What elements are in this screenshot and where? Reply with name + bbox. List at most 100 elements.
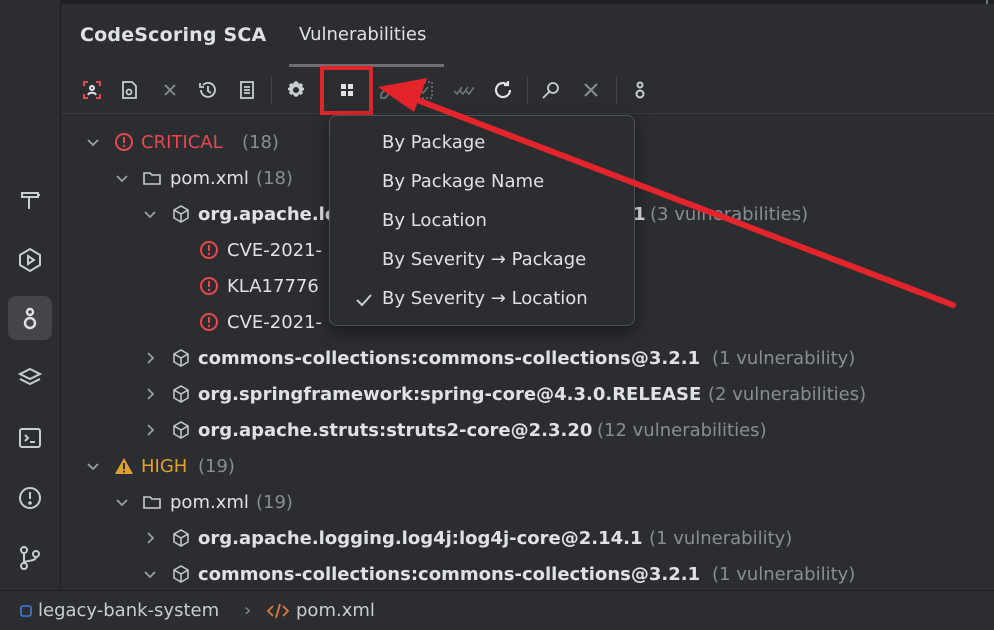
critical-severity-icon	[115, 133, 133, 151]
codescoring-plugin-icon[interactable]	[8, 296, 52, 340]
package-count: (2 vulnerabilities)	[708, 383, 867, 405]
package-count: (1 vulnerability)	[649, 527, 793, 549]
chevron-down-icon[interactable]	[85, 134, 101, 150]
layers-icon[interactable]	[8, 356, 52, 400]
eraser-icon[interactable]	[373, 76, 401, 104]
package-icon	[173, 529, 189, 547]
double-check-icon[interactable]	[449, 76, 477, 104]
package-label: org.apache.logging.log4j:log4j-core@2.14…	[198, 527, 643, 549]
package-label: org.apache.lo	[198, 203, 338, 225]
file-label: pom.xml	[170, 491, 249, 513]
vulnerability-id: KLA17776	[227, 275, 319, 297]
checkmark-icon	[356, 294, 372, 307]
file-label: pom.xml	[170, 167, 249, 189]
chevron-down-icon[interactable]	[114, 170, 130, 186]
chevron-down-icon[interactable]	[85, 458, 101, 474]
package-icon	[173, 565, 189, 583]
tree-row-package[interactable]: org.apache.struts:struts2-core@2.3.20 (1…	[61, 412, 994, 448]
tree-row-package[interactable]: commons-collections:commons-collections@…	[61, 340, 994, 376]
terminal-icon[interactable]	[8, 416, 52, 460]
chevron-right-icon[interactable]	[142, 386, 158, 402]
menu-item-by-location[interactable]: By Location	[330, 202, 634, 241]
file-count: (19)	[256, 491, 293, 513]
package-count: (3 vulnerabilities)	[650, 203, 809, 225]
cancel-icon[interactable]	[577, 76, 605, 104]
document-icon[interactable]	[233, 76, 261, 104]
run-icon[interactable]	[8, 238, 52, 282]
package-label: commons-collections:commons-collections@…	[198, 347, 701, 369]
xml-file-icon	[266, 603, 290, 619]
tab-vulnerabilities[interactable]: Vulnerabilities	[299, 24, 426, 45]
toolbar-separator	[271, 76, 272, 104]
package-icon	[173, 421, 189, 439]
vulnerability-id: CVE-2021-	[227, 239, 323, 261]
package-label: org.springframework:spring-core@4.3.0.RE…	[198, 383, 702, 405]
panel-title: CodeScoring SCA	[80, 24, 267, 46]
package-label: org.apache.struts:struts2-core@2.3.20	[198, 419, 593, 441]
gear-icon[interactable]	[282, 76, 310, 104]
menu-item-by-package-name[interactable]: By Package Name	[330, 163, 634, 202]
menu-item-label: By Location	[382, 210, 487, 231]
menu-item-by-package[interactable]: By Package	[330, 124, 634, 163]
package-count: (1 vulnerability)	[712, 347, 856, 369]
tree-row-high[interactable]: HIGH (19)	[61, 448, 994, 484]
breadcrumb-file[interactable]: pom.xml	[296, 600, 375, 621]
critical-label: CRITICAL	[141, 131, 223, 153]
menu-item-label: By Severity → Location	[382, 288, 588, 309]
high-label: HIGH	[141, 455, 188, 477]
chevron-right-icon[interactable]	[142, 530, 158, 546]
critical-severity-icon	[200, 241, 218, 259]
report-icon[interactable]	[115, 76, 143, 104]
critical-severity-icon	[200, 277, 218, 295]
build-hammer-icon[interactable]	[8, 178, 52, 222]
chevron-down-icon[interactable]	[114, 494, 130, 510]
module-icon	[20, 605, 32, 617]
tree-row-package[interactable]: org.springframework:spring-core@4.3.0.RE…	[61, 376, 994, 412]
breadcrumb-project[interactable]: legacy-bank-system	[38, 600, 219, 621]
tree-row-package[interactable]: commons-collections:commons-collections@…	[61, 556, 994, 592]
status-bar: legacy-bank-system › pom.xml	[0, 590, 994, 630]
folder-icon	[143, 496, 161, 509]
menu-item-label: By Severity → Package	[382, 249, 587, 270]
package-icon	[173, 385, 189, 403]
package-count: (1 vulnerability)	[712, 563, 856, 585]
package-count: (12 vulnerabilities)	[597, 419, 767, 441]
close-icon[interactable]	[156, 76, 184, 104]
file-count: (18)	[256, 167, 293, 189]
high-count: (19)	[198, 455, 235, 477]
history-icon[interactable]	[194, 76, 222, 104]
package-icon	[173, 205, 189, 223]
chevron-right-icon[interactable]	[142, 422, 158, 438]
refresh-icon[interactable]	[489, 76, 517, 104]
scan-icon[interactable]	[78, 76, 106, 104]
toolbar-separator	[527, 76, 528, 104]
problems-icon[interactable]	[8, 476, 52, 520]
find-icon[interactable]	[537, 76, 565, 104]
group-by-menu: By Package By Package Name By Location B…	[329, 115, 635, 326]
breadcrumb-separator: ›	[244, 600, 252, 621]
menu-item-label: By Package Name	[382, 171, 545, 192]
vulnerability-id: CVE-2021-	[227, 311, 323, 333]
tree-row-package[interactable]: org.apache.logging.log4j:log4j-core@2.14…	[61, 520, 994, 556]
menu-item-by-severity-package[interactable]: By Severity → Package	[330, 241, 634, 280]
critical-count: (18)	[242, 131, 279, 153]
git-branch-icon[interactable]	[8, 536, 52, 580]
chevron-down-icon[interactable]	[142, 206, 158, 222]
tool-window-strip	[0, 0, 61, 590]
package-label: commons-collections:commons-collections@…	[198, 563, 701, 585]
toolbar-separator	[616, 76, 617, 104]
plugin-icon[interactable]	[626, 76, 654, 104]
warning-icon	[115, 458, 133, 474]
chevron-right-icon[interactable]	[142, 350, 158, 366]
folder-icon	[143, 172, 161, 185]
select-icon[interactable]	[410, 76, 438, 104]
menu-item-by-severity-location[interactable]: By Severity → Location	[330, 280, 634, 319]
panel-header: CodeScoring SCA Vulnerabilities	[61, 4, 994, 67]
package-icon	[173, 349, 189, 367]
chevron-down-icon[interactable]	[142, 566, 158, 582]
annotation-highlight-box	[320, 66, 373, 115]
critical-severity-icon	[200, 313, 218, 331]
tree-row-high-file[interactable]: pom.xml (19)	[61, 484, 994, 520]
toolbar	[61, 66, 994, 115]
menu-item-label: By Package	[382, 132, 486, 153]
